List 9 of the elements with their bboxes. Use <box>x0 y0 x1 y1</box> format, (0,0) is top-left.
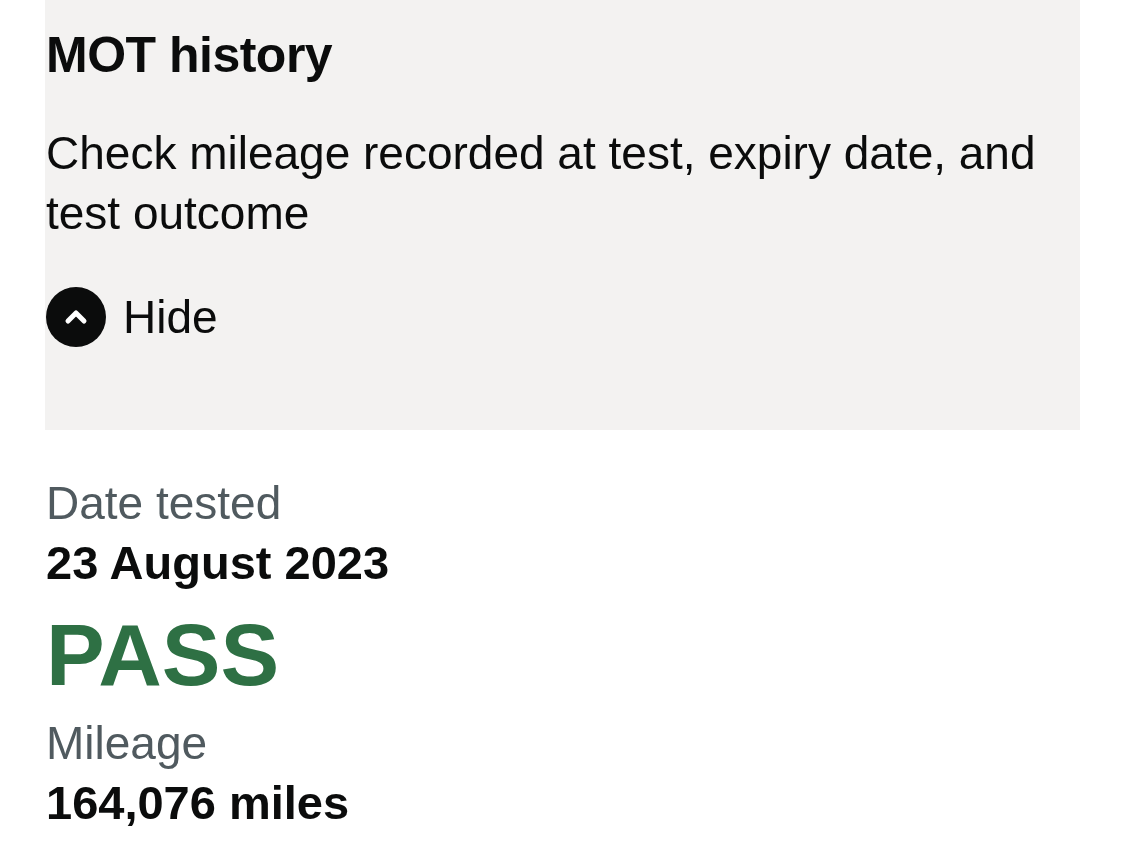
date-value: 23 August 2023 <box>46 535 391 591</box>
panel-heading: MOT history <box>46 26 334 85</box>
mileage-value: 164,076 miles <box>46 775 351 831</box>
test-result: PASS <box>46 611 281 699</box>
panel-description: Check mileage recorded at test, expiry date, and test outcome <box>46 126 1037 241</box>
mileage-label: Mileage <box>46 716 209 771</box>
hide-toggle[interactable]: Hide <box>46 287 218 347</box>
date-label: Date tested <box>46 476 283 531</box>
chevron-up-icon <box>46 287 106 347</box>
